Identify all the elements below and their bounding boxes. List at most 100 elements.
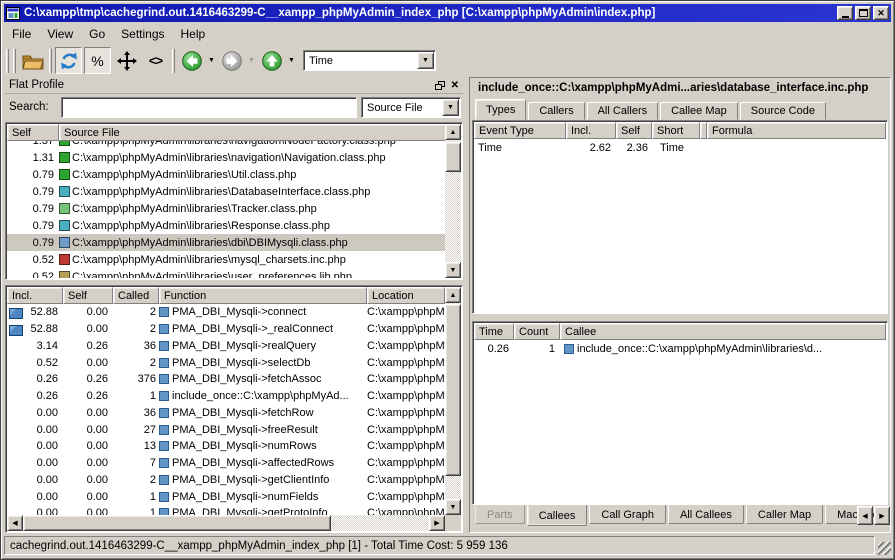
expand-areas-button[interactable] [113,47,140,74]
dock-title-bar[interactable]: Flat Profile ✕ [5,77,463,94]
menu-item[interactable]: View [39,25,81,43]
function-horizontal-scrollbar[interactable]: ◀ ▶ [7,515,445,531]
function-row[interactable]: 0.26 0.26 376 PMA_DBI_Mysqli->fetchAssoc… [7,371,445,388]
column-header-source-file[interactable]: Source File [59,124,461,141]
function-row[interactable]: 0.00 0.00 27 PMA_DBI_Mysqli->freeResult … [7,421,445,438]
up-button[interactable] [258,47,285,74]
column-header-count[interactable]: Count [514,323,560,340]
forward-button[interactable] [218,47,245,74]
function-row[interactable]: 0.52 0.00 2 PMA_DBI_Mysqli->selectDb C:\… [7,354,445,371]
percentage-button[interactable]: % [84,47,111,74]
column-header-called[interactable]: Called [113,287,159,304]
menu-item[interactable]: Settings [113,25,172,43]
source-file-row[interactable]: 1.37 C:\xampp\phpMyAdmin\libraries\navig… [7,141,445,149]
column-header-function[interactable]: Function [159,287,367,304]
column-header-formula[interactable]: Formula [707,122,886,139]
source-file-row[interactable]: 0.52 C:\xampp\phpMyAdmin\libraries\user_… [7,268,445,278]
dock-float-button[interactable] [435,81,445,90]
grouping-combobox[interactable]: Source File ▼ [361,97,461,118]
source-file-row[interactable]: 0.79 C:\xampp\phpMyAdmin\libraries\Respo… [7,217,445,234]
scrollbar-thumb[interactable] [23,515,331,531]
scrollbar-thumb[interactable] [445,142,461,172]
event-type-row[interactable]: Time 2.62 2.36 Time [474,139,886,156]
scroll-up-icon[interactable]: ▲ [445,124,461,140]
title-bar[interactable]: C:\xampp\tmp\cachegrind.out.1416463299-C… [4,4,891,22]
scroll-down-icon[interactable]: ▼ [445,262,461,278]
detail-tab[interactable]: Callee Map [660,102,738,120]
toolbar-grip[interactable] [172,49,175,73]
dock-close-button[interactable]: ✕ [451,80,459,91]
column-header-self[interactable]: Self [63,287,113,304]
cost-square-icon [59,254,70,265]
function-row[interactable]: 52.88 0.00 2 PMA_DBI_Mysqli->connect C:\… [7,304,445,321]
menu-item[interactable]: File [4,25,39,43]
toolbar-grip[interactable] [6,49,9,73]
maximize-button[interactable] [855,6,871,20]
source-file-row[interactable]: 0.79 C:\xampp\phpMyAdmin\libraries\dbi\D… [7,234,445,251]
column-header-callee[interactable]: Callee [560,323,886,340]
detail-tab[interactable]: Callers [528,102,584,120]
scroll-left-icon[interactable]: ◀ [7,515,23,531]
up-dropdown[interactable]: ▼ [286,47,297,74]
function-row[interactable]: 0.00 0.00 36 PMA_DBI_Mysqli->fetchRow C:… [7,405,445,422]
tab-scroll-left-icon[interactable]: ◀ [857,506,873,525]
bottom-tab[interactable]: Parts [475,505,525,524]
function-row[interactable]: 0.00 0.00 2 PMA_DBI_Mysqli->getClientInf… [7,472,445,489]
column-header-self[interactable]: Self [7,124,59,141]
function-row[interactable]: 0.26 0.26 1 include_once::C:\xampp\phpMy… [7,388,445,405]
tab-scroll-right-icon[interactable]: ▶ [874,506,890,525]
combo-dropdown-icon[interactable]: ▼ [442,99,459,116]
column-header-time[interactable]: Time [474,323,514,340]
scrollbar-thumb[interactable] [445,304,461,476]
column-header-event-type[interactable]: Event Type [474,122,566,139]
source-file-row[interactable]: 1.31 C:\xampp\phpMyAdmin\libraries\navig… [7,149,445,166]
toolbar-grip[interactable] [49,49,52,73]
menu-item[interactable]: Help [173,25,214,43]
event-type-combobox[interactable]: Time ▼ [303,50,436,71]
function-row[interactable]: 0.00 0.00 1 PMA_DBI_Mysqli->getProtoInfo… [7,505,445,515]
bottom-tab[interactable]: Call Graph [589,505,666,524]
search-input[interactable] [61,97,357,118]
detail-tab[interactable]: Types [475,99,526,120]
function-row[interactable]: 52.88 0.00 2 PMA_DBI_Mysqli->_realConnec… [7,321,445,338]
column-header-self[interactable]: Self [616,122,652,139]
function-cell: PMA_DBI_Mysqli->fetchAssoc [159,373,367,385]
resize-grip-icon[interactable] [878,542,891,555]
back-dropdown[interactable]: ▼ [206,47,217,74]
scroll-up-icon[interactable]: ▲ [445,287,461,303]
combo-dropdown-icon[interactable]: ▼ [417,52,434,69]
source-file-row[interactable]: 0.79 C:\xampp\phpMyAdmin\libraries\Util.… [7,166,445,183]
forward-dropdown[interactable]: ▼ [246,47,257,74]
function-row[interactable]: 0.00 0.00 7 PMA_DBI_Mysqli->affectedRows… [7,455,445,472]
source-file-row[interactable]: 0.79 C:\xampp\phpMyAdmin\libraries\Datab… [7,183,445,200]
function-row[interactable]: 3.14 0.26 36 PMA_DBI_Mysqli->realQuery C… [7,338,445,355]
bottom-tab[interactable]: All Callees [668,505,744,524]
column-header-incl[interactable]: Incl. [7,287,63,304]
minimize-button[interactable] [837,6,853,20]
source-file-row[interactable]: 0.52 C:\xampp\phpMyAdmin\libraries\mysql… [7,251,445,268]
toolbar-grip[interactable] [13,49,16,73]
function-row[interactable]: 0.00 0.00 13 PMA_DBI_Mysqli->numRows C:\… [7,438,445,455]
bottom-tab[interactable]: Caller Map [746,505,823,524]
column-header-location[interactable]: Location [367,287,445,304]
callee-row[interactable]: 0.26 1 include_once::C:\xampp\phpMyAdmin… [474,340,886,357]
back-button[interactable] [178,47,205,74]
detail-tab[interactable]: Source Code [740,102,826,120]
open-file-button[interactable] [19,47,46,74]
short-value: Time [652,142,700,154]
column-header-short[interactable]: Short [652,122,700,139]
bottom-tab[interactable]: Callees [527,505,588,526]
list-vertical-scrollbar[interactable]: ▲ ▼ [445,124,461,278]
scroll-down-icon[interactable]: ▼ [445,499,461,515]
scroll-right-icon[interactable]: ▶ [429,515,445,531]
relative-cost-button[interactable] [55,47,82,74]
source-file-row[interactable]: 0.79 C:\xampp\phpMyAdmin\libraries\Track… [7,200,445,217]
function-cell: PMA_DBI_Mysqli->numRows [159,440,367,452]
column-header-incl[interactable]: Incl. [566,122,616,139]
detail-tab[interactable]: All Callers [587,102,659,120]
cycle-detection-button[interactable]: <> [142,47,169,74]
close-button[interactable]: ✕ [873,6,889,20]
menu-item[interactable]: Go [81,25,113,43]
function-row[interactable]: 0.00 0.00 1 PMA_DBI_Mysqli->numFields C:… [7,488,445,505]
function-vertical-scrollbar[interactable]: ▲ ▼ [445,287,461,515]
